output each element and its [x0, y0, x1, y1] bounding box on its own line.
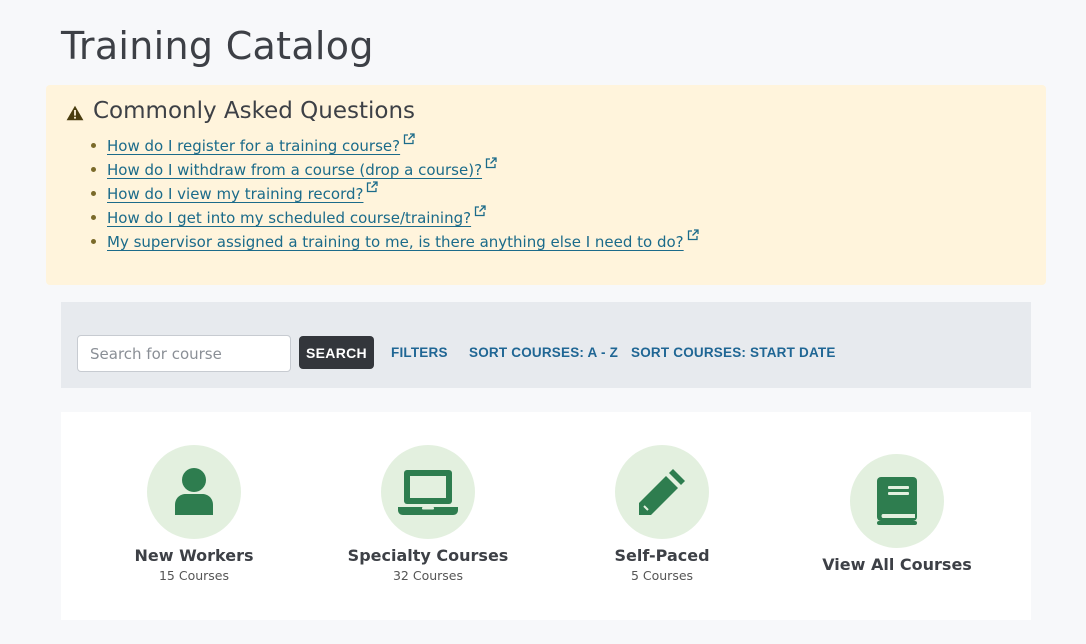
faq-link-text: My supervisor assigned a training to me,…: [107, 233, 684, 251]
faq-link-withdraw[interactable]: How do I withdraw from a course (drop a …: [107, 161, 482, 179]
faq-link-text: How do I view my training record?: [107, 185, 364, 203]
faq-item: How do I register for a training course?: [91, 133, 699, 157]
faq-link-text: How do I register for a training course?: [107, 137, 401, 155]
external-link-icon: [474, 205, 486, 217]
category-count: 32 Courses: [392, 568, 464, 583]
faq-item: How do I withdraw from a course (drop a …: [91, 157, 699, 181]
external-link-icon: [367, 181, 379, 193]
category-title: Specialty Courses: [347, 546, 509, 565]
faq-link-supervisor-assigned[interactable]: My supervisor assigned a training to me,…: [107, 233, 684, 251]
category-cards: New Workers 15 Courses Specialty Courses…: [61, 412, 1031, 620]
laptop-icon: [398, 470, 458, 515]
book-icon: [877, 477, 917, 525]
category-title: Self-Paced: [614, 546, 710, 565]
faq-heading: Commonly Asked Questions: [93, 98, 416, 124]
category-card-specialty-courses[interactable]: Specialty Courses 32 Courses: [328, 445, 528, 583]
icon-circle: [615, 445, 709, 539]
faq-list: How do I register for a training course?…: [91, 133, 699, 253]
category-count: 5 Courses: [630, 568, 694, 583]
sort-az-button[interactable]: SORT COURSES: A - Z: [469, 345, 618, 360]
faq-header: Commonly Asked Questions: [66, 98, 415, 124]
user-icon: [175, 468, 213, 515]
icon-circle: [381, 445, 475, 539]
category-card-view-all-courses[interactable]: View All Courses: [797, 454, 997, 574]
faq-link-register[interactable]: How do I register for a training course?: [107, 137, 400, 155]
faq-item: How do I view my training record?: [91, 181, 699, 205]
icon-circle: [850, 454, 944, 548]
faq-link-scheduled-course[interactable]: How do I get into my scheduled course/tr…: [107, 209, 471, 227]
category-card-self-paced[interactable]: Self-Paced 5 Courses: [562, 445, 762, 583]
warning-icon: [66, 105, 84, 121]
faq-link-training-record[interactable]: How do I view my training record?: [107, 185, 363, 203]
faq-panel: Commonly Asked Questions How do I regist…: [46, 85, 1046, 285]
category-card-new-workers[interactable]: New Workers 15 Courses: [94, 445, 294, 583]
external-link-icon: [687, 229, 699, 241]
pencil-icon: [639, 469, 685, 515]
faq-item: My supervisor assigned a training to me,…: [91, 229, 699, 253]
category-count: 15 Courses: [158, 568, 230, 583]
category-title: View All Courses: [822, 555, 972, 574]
page-title: Training Catalog: [61, 24, 374, 68]
search-input[interactable]: [77, 335, 291, 372]
faq-link-text: How do I withdraw from a course (drop a …: [107, 161, 483, 179]
course-toolbar: SEARCH FILTERS SORT COURSES: A - Z SORT …: [61, 302, 1031, 388]
external-link-icon: [403, 133, 415, 145]
external-link-icon: [485, 157, 497, 169]
category-title: New Workers: [134, 546, 254, 565]
search-button[interactable]: SEARCH: [299, 336, 374, 369]
faq-link-text: How do I get into my scheduled course/tr…: [107, 209, 472, 227]
sort-start-date-button[interactable]: SORT COURSES: START DATE: [631, 345, 836, 360]
faq-item: How do I get into my scheduled course/tr…: [91, 205, 699, 229]
icon-circle: [147, 445, 241, 539]
filters-button[interactable]: FILTERS: [391, 345, 448, 360]
